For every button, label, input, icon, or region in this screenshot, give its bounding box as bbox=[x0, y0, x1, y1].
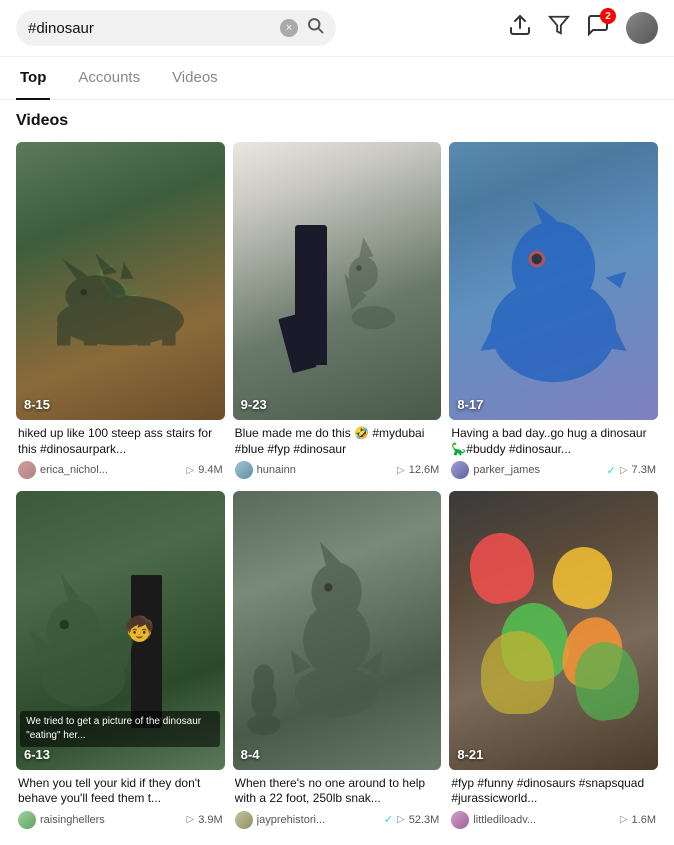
header-icons: 2 bbox=[508, 12, 658, 44]
avatar[interactable] bbox=[626, 12, 658, 44]
video-timestamp: 6-13 bbox=[24, 747, 50, 762]
clear-icon[interactable]: × bbox=[280, 19, 298, 37]
section-title: Videos bbox=[16, 112, 658, 130]
author-avatar bbox=[18, 811, 36, 829]
video-thumbnail: 🦕 8-15 bbox=[16, 142, 225, 420]
video-author-row: erica_nichol... ▷ 9.4M bbox=[18, 461, 223, 479]
play-icon: ▷ bbox=[397, 814, 405, 825]
play-icon: ▷ bbox=[620, 465, 628, 476]
view-count: 52.3M bbox=[409, 814, 440, 826]
author-name: erica_nichol... bbox=[40, 464, 182, 476]
video-thumbnail: 🧒 We tried to get a picture of the dinos… bbox=[16, 491, 225, 769]
author-avatar bbox=[235, 461, 253, 479]
video-card[interactable]: 9-23 Blue made me do this 🤣 #mydubai #bl… bbox=[233, 142, 442, 483]
video-grid: 🦕 8-15 bbox=[16, 142, 658, 833]
video-meta: When you tell your kid if they don't beh… bbox=[16, 770, 225, 833]
search-icon[interactable] bbox=[306, 16, 324, 40]
video-author-row: littlediloadv... ▷ 1.6M bbox=[451, 811, 656, 829]
verified-icon: ✓ bbox=[384, 813, 393, 826]
video-meta: Having a bad day..go hug a dinosaur 🦕#bu… bbox=[449, 420, 658, 483]
tab-videos[interactable]: Videos bbox=[168, 57, 222, 100]
author-avatar bbox=[18, 461, 36, 479]
video-card[interactable]: 8-4 When there's no one around to help w… bbox=[233, 491, 442, 832]
video-meta: #fyp #funny #dinosaurs #snapsquad #juras… bbox=[449, 770, 658, 833]
author-avatar bbox=[451, 811, 469, 829]
video-description: When you tell your kid if they don't beh… bbox=[18, 776, 223, 807]
play-icon: ▷ bbox=[186, 814, 194, 825]
tabs: Top Accounts Videos bbox=[0, 57, 674, 100]
author-name: littlediloadv... bbox=[473, 814, 616, 826]
video-card[interactable]: 🦕 8-15 bbox=[16, 142, 225, 483]
header: × 2 bbox=[0, 0, 674, 57]
author-name: raisinghellers bbox=[40, 814, 182, 826]
search-input[interactable] bbox=[28, 20, 272, 37]
tab-top[interactable]: Top bbox=[16, 57, 50, 100]
view-count: 7.3M bbox=[632, 464, 656, 476]
video-meta: When there's no one around to help with … bbox=[233, 770, 442, 833]
video-thumbnail: 8-4 bbox=[233, 491, 442, 769]
view-count: 12.6M bbox=[409, 464, 440, 476]
video-author-row: jayprehistori... ✓ ▷ 52.3M bbox=[235, 811, 440, 829]
play-icon: ▷ bbox=[186, 465, 194, 476]
video-timestamp: 8-4 bbox=[241, 747, 260, 762]
video-description: Blue made me do this 🤣 #mydubai #blue #f… bbox=[235, 426, 440, 457]
search-bar: × bbox=[16, 10, 336, 46]
video-timestamp: 8-15 bbox=[24, 397, 50, 412]
video-thumbnail: 8-17 bbox=[449, 142, 658, 420]
play-icon: ▷ bbox=[397, 465, 405, 476]
author-name: parker_james bbox=[473, 464, 602, 476]
filter-icon[interactable] bbox=[548, 14, 570, 42]
view-count: 9.4M bbox=[198, 464, 222, 476]
video-card[interactable]: 🧒 We tried to get a picture of the dinos… bbox=[16, 491, 225, 832]
video-card[interactable]: 8-17 Having a bad day..go hug a dinosaur… bbox=[449, 142, 658, 483]
upload-icon[interactable] bbox=[508, 13, 532, 43]
video-timestamp: 8-17 bbox=[457, 397, 483, 412]
video-timestamp: 9-23 bbox=[241, 397, 267, 412]
tab-accounts[interactable]: Accounts bbox=[74, 57, 144, 100]
video-description: hiked up like 100 steep ass stairs for t… bbox=[18, 426, 223, 457]
video-meta: Blue made me do this 🤣 #mydubai #blue #f… bbox=[233, 420, 442, 483]
video-description: Having a bad day..go hug a dinosaur 🦕#bu… bbox=[451, 426, 656, 457]
content: Videos 🦕 bbox=[0, 100, 674, 845]
video-author-row: raisinghellers ▷ 3.9M bbox=[18, 811, 223, 829]
video-meta: hiked up like 100 steep ass stairs for t… bbox=[16, 420, 225, 483]
video-timestamp: 8-21 bbox=[457, 747, 483, 762]
play-icon: ▷ bbox=[620, 814, 628, 825]
author-avatar bbox=[235, 811, 253, 829]
author-name: jayprehistori... bbox=[257, 814, 380, 826]
video-author-row: hunainn ▷ 12.6M bbox=[235, 461, 440, 479]
video-thumbnail: 9-23 bbox=[233, 142, 442, 420]
view-count: 1.6M bbox=[632, 814, 656, 826]
inbox-icon[interactable]: 2 bbox=[586, 13, 610, 43]
video-description: #fyp #funny #dinosaurs #snapsquad #juras… bbox=[451, 776, 656, 807]
video-thumbnail: 8-21 bbox=[449, 491, 658, 769]
verified-icon: ✓ bbox=[607, 464, 616, 477]
inbox-badge: 2 bbox=[600, 8, 616, 24]
video-author-row: parker_james ✓ ▷ 7.3M bbox=[451, 461, 656, 479]
author-name: hunainn bbox=[257, 464, 393, 476]
video-card[interactable]: 8-21 #fyp #funny #dinosaurs #snapsquad #… bbox=[449, 491, 658, 832]
video-description: When there's no one around to help with … bbox=[235, 776, 440, 807]
view-count: 3.9M bbox=[198, 814, 222, 826]
author-avatar bbox=[451, 461, 469, 479]
